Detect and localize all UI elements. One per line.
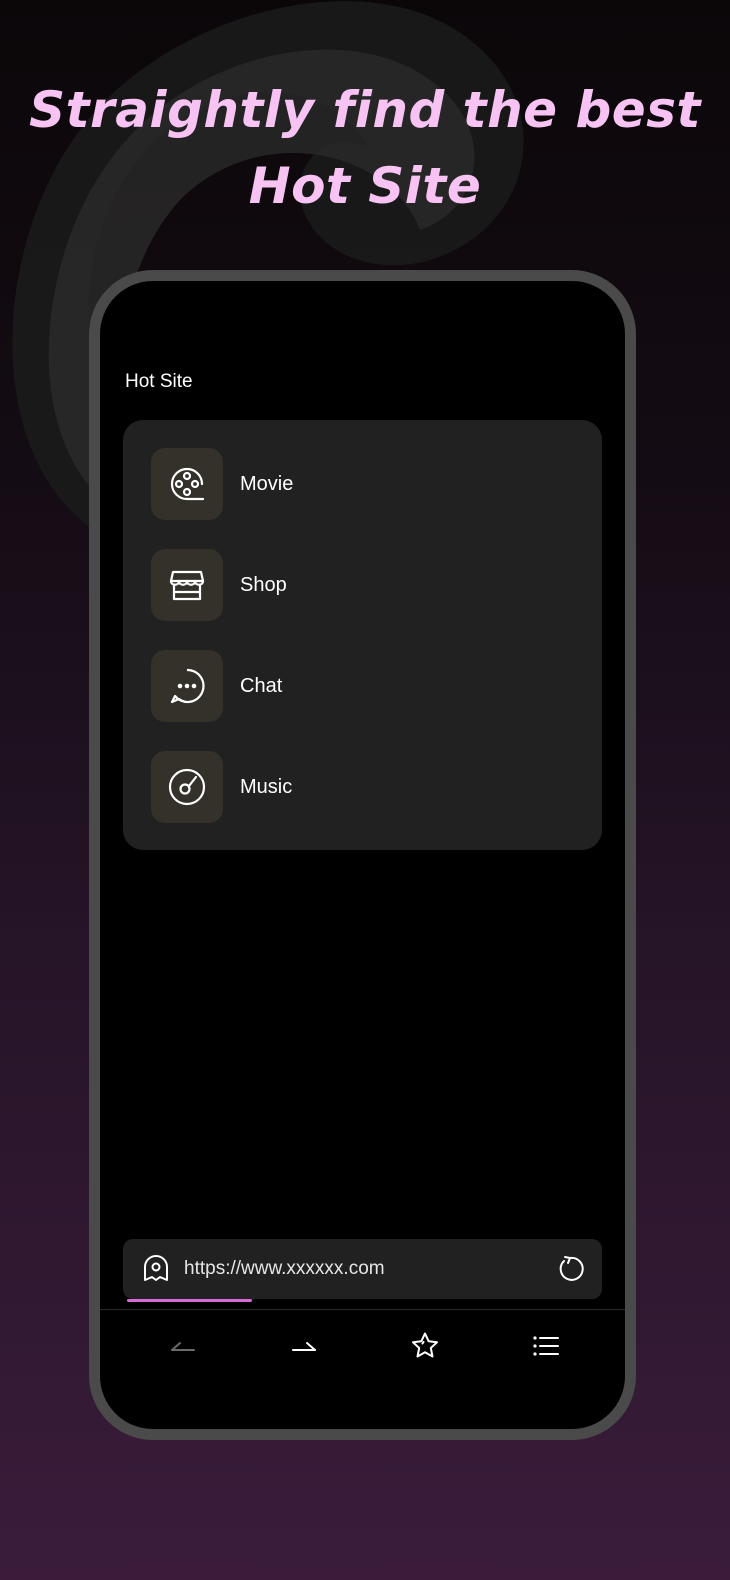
ghost-icon[interactable] (142, 1255, 170, 1283)
site-item-label: Shop (240, 574, 287, 596)
site-item-movie[interactable]: Movie (151, 448, 571, 520)
promo-headline: Straightly find the best Hot Site (0, 72, 730, 224)
back-button[interactable] (163, 1328, 203, 1368)
nav-divider (100, 1309, 625, 1310)
forward-arrow-icon (290, 1338, 318, 1358)
hot-site-title: Hot Site (125, 371, 193, 392)
menu-button[interactable] (526, 1328, 566, 1368)
reload-icon[interactable] (556, 1255, 584, 1283)
phone-frame: Hot Site Movie Shop Chat Music https://w… (89, 270, 636, 1440)
site-item-music[interactable]: Music (151, 751, 571, 823)
storefront-icon (151, 549, 223, 621)
address-bar[interactable]: https://www.xxxxxx.com (123, 1239, 602, 1299)
site-item-label: Chat (240, 675, 283, 697)
music-disc-icon (151, 751, 223, 823)
headline-line-2: Hot Site (248, 157, 482, 215)
favorites-button[interactable] (405, 1328, 445, 1368)
site-item-label: Movie (240, 473, 294, 495)
chat-bubble-icon (151, 650, 223, 722)
progress-fill (127, 1299, 252, 1302)
menu-icon (532, 1334, 560, 1362)
site-item-chat[interactable]: Chat (151, 650, 571, 722)
site-item-shop[interactable]: Shop (151, 549, 571, 621)
back-arrow-icon (169, 1338, 197, 1358)
star-icon (410, 1331, 440, 1365)
film-reel-icon (151, 448, 223, 520)
page-load-progress (123, 1299, 602, 1303)
headline-line-1: Straightly find the best (29, 81, 701, 139)
url-input[interactable]: https://www.xxxxxx.com (184, 1239, 385, 1299)
forward-button[interactable] (284, 1328, 324, 1368)
hot-site-card: Movie Shop Chat Music (123, 420, 602, 850)
site-item-label: Music (240, 776, 293, 798)
